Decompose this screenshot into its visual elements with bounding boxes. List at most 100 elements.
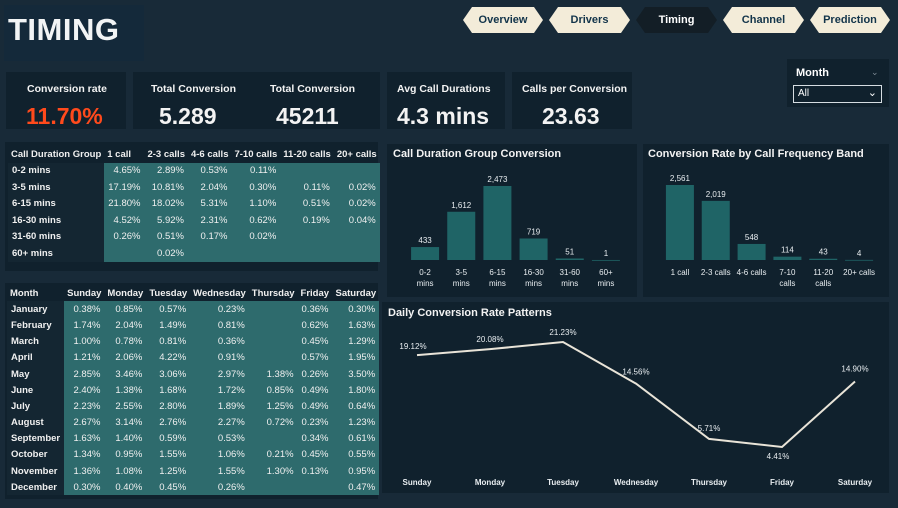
- column-header[interactable]: Monday: [104, 285, 146, 301]
- row-header: December: [7, 479, 65, 496]
- table-cell: 4.65%: [104, 162, 145, 179]
- table-cell: 0.36%: [190, 333, 249, 350]
- table-cell: 1.23%: [332, 414, 380, 431]
- table-cell: 1.06%: [190, 446, 249, 464]
- page-title: TIMING: [8, 12, 120, 47]
- duration-chart-panel: Call Duration Group Conversion 433 0-2 min…: [387, 144, 637, 297]
- table-cell: 0.13%: [297, 463, 333, 480]
- row-header: October: [7, 446, 65, 464]
- table-cell: 0.57%: [146, 301, 191, 318]
- column-header[interactable]: 7-10 calls: [231, 146, 280, 163]
- table-cell: 2.04%: [104, 317, 147, 334]
- nav-timing-button[interactable]: Timing: [636, 7, 717, 33]
- column-header[interactable]: 11-20 calls: [280, 146, 334, 163]
- table-cell: 0.55%: [332, 446, 380, 464]
- table-cell: 0.23%: [190, 301, 249, 318]
- table-cell: 0.45%: [297, 333, 333, 350]
- data-label: 2,473: [487, 175, 508, 184]
- data-label: 5.71%: [698, 424, 721, 433]
- table-cell: 0.34%: [297, 430, 333, 447]
- row-header: 0-2 mins: [8, 162, 105, 179]
- table-cell: 0.26%: [190, 479, 249, 496]
- table-cell: [280, 162, 334, 179]
- column-header[interactable]: Sunday: [64, 285, 104, 301]
- table-cell: 3.14%: [104, 414, 147, 431]
- table-cell: [333, 245, 380, 262]
- table-cell: [333, 162, 380, 179]
- row-header: February: [7, 317, 65, 334]
- table-cell: 18.02%: [144, 195, 188, 212]
- table-cell: 1.95%: [332, 349, 380, 366]
- table-cell: 0.21%: [248, 446, 298, 464]
- dropdown-value: All: [798, 88, 810, 99]
- kpi-value: 23.63: [542, 103, 600, 129]
- kpi-value: 11.70%: [26, 103, 103, 129]
- table-row: 3-5 mins 17.19% 10.81% 2.04% 0.30% 0.11% 0.02%: [8, 179, 380, 196]
- column-header[interactable]: 20+ calls: [334, 146, 380, 163]
- row-header: November: [7, 463, 65, 480]
- column-header[interactable]: Saturday: [332, 285, 379, 301]
- table-cell: 1.25%: [248, 398, 298, 415]
- table-cell: 0.30%: [64, 479, 105, 496]
- bar: [665, 185, 694, 260]
- kpi-label: Conversion rate: [27, 83, 107, 95]
- table-cell: 5.92%: [144, 212, 188, 229]
- nav-overview-button[interactable]: Overview: [463, 7, 543, 33]
- table-cell: [280, 228, 334, 245]
- table-cell: 2.55%: [104, 398, 147, 415]
- column-header[interactable]: Friday: [298, 285, 333, 301]
- table-cell: 3.06%: [146, 365, 191, 383]
- column-header[interactable]: Wednesday: [190, 285, 249, 301]
- row-header: May: [7, 365, 65, 383]
- column-header[interactable]: Thursday: [249, 285, 298, 301]
- data-label: 19.12%: [399, 342, 426, 351]
- table-cell: 0.57%: [297, 349, 333, 366]
- kpi-conversion-rate: Conversion rate 11.70%: [6, 72, 126, 129]
- column-header[interactable]: Month: [7, 285, 64, 301]
- table-row: September 1.63% 1.40% 0.59% 0.53% 0.34% 0.61%: [7, 430, 380, 447]
- data-label: 4: [857, 249, 862, 258]
- table-cell: 1.36%: [64, 463, 105, 480]
- table-cell: 1.72%: [190, 382, 249, 399]
- table-row: October 1.34% 0.95% 1.55% 1.06% 0.21% 0.45% 0.5…: [7, 446, 380, 464]
- tick-label: Sunday: [403, 478, 432, 487]
- nav-channel-button[interactable]: Channel: [723, 7, 804, 33]
- table-cell: 1.38%: [248, 365, 298, 383]
- tick-label: Friday: [770, 478, 795, 487]
- daily-line-chart: 19.12% Sunday 20.08% Monday 21.23% Tuesday 14.…: [399, 328, 872, 487]
- data-label: 14.56%: [622, 368, 649, 377]
- bar: [519, 238, 548, 260]
- table-cell: 2.97%: [190, 365, 249, 383]
- table-row: February 1.74% 2.04% 1.49% 0.81% 0.62% 1.63%: [7, 317, 380, 334]
- column-header[interactable]: 2-3 calls: [144, 146, 188, 163]
- matrix-header-row: Month Sunday Monday Tuesday Wednesday Thursda…: [7, 285, 379, 301]
- tick-label: 11-20 calls: [813, 268, 833, 288]
- tick-label: 1 call: [671, 268, 690, 277]
- table-cell: 0.47%: [332, 479, 380, 496]
- column-header[interactable]: 4-6 calls: [188, 146, 232, 163]
- nav-prediction-button[interactable]: Prediction: [810, 7, 890, 33]
- table-cell: 2.80%: [146, 398, 191, 415]
- row-header: July: [7, 398, 65, 415]
- month-dropdown[interactable]: All ⌄: [793, 85, 882, 103]
- table-cell: 17.19%: [104, 179, 145, 196]
- table-cell: 0.26%: [297, 365, 333, 383]
- column-header[interactable]: 1 call: [104, 146, 144, 163]
- table-cell: 0.30%: [231, 179, 281, 196]
- data-label: 2,019: [706, 190, 727, 199]
- bar: [447, 211, 476, 260]
- table-cell: 2.85%: [64, 365, 105, 383]
- column-header[interactable]: Call Duration Group: [8, 146, 104, 163]
- table-row: 60+ mins 0.02%: [8, 245, 380, 262]
- table-row: August 2.67% 3.14% 2.76% 2.27% 0.72% 0.23% 1.23…: [7, 414, 380, 431]
- table-cell: 1.38%: [104, 382, 147, 399]
- chevron-down-icon[interactable]: ⌄: [871, 67, 879, 78]
- table-cell: 0.49%: [297, 382, 333, 399]
- table-row: 31-60 mins 0.26% 0.51% 0.17% 0.02%: [8, 228, 380, 245]
- nav-drivers-button[interactable]: Drivers: [549, 7, 630, 33]
- table-cell: 1.34%: [64, 446, 105, 464]
- kpi-value: 45211: [276, 103, 339, 129]
- table-cell: 0.19%: [280, 212, 334, 229]
- table-cell: 0.81%: [146, 333, 191, 350]
- column-header[interactable]: Tuesday: [146, 285, 190, 301]
